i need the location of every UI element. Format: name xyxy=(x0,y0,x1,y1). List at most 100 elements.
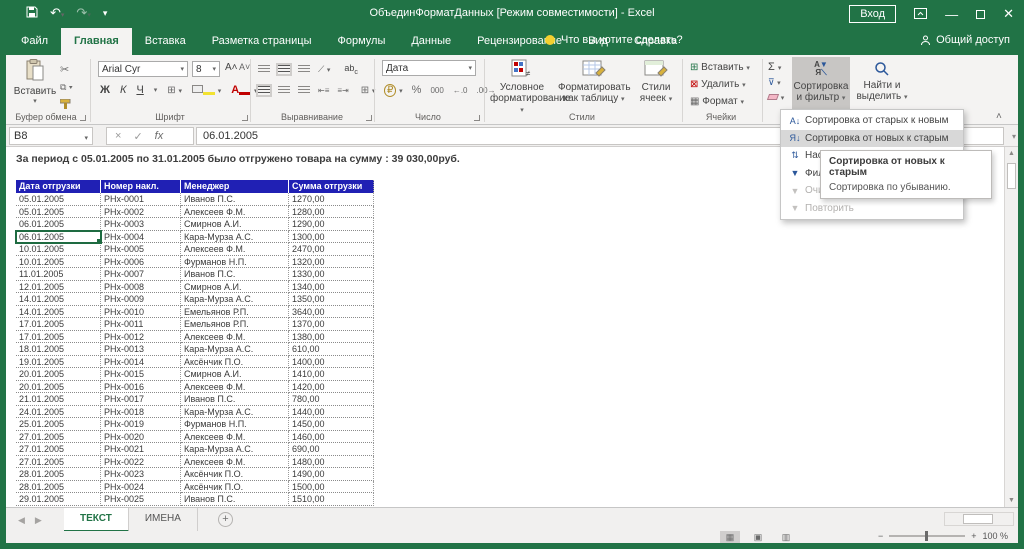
underline-button[interactable]: Ч xyxy=(136,84,143,96)
horizontal-scrollbar[interactable] xyxy=(944,512,1014,526)
align-top-icon[interactable] xyxy=(258,65,270,74)
percent-style-icon[interactable]: % xyxy=(412,84,422,96)
ribbon-tab[interactable]: Файл xyxy=(8,28,61,55)
table-row[interactable]: 14.01.2005 РНх-0010 Емельянов Р.П. 3640,… xyxy=(16,306,374,319)
menu-item[interactable]: А↓ Сортировка от старых к новым xyxy=(781,112,963,130)
fill-icon[interactable]: ⊽ ▾ xyxy=(768,77,784,88)
fill-color-icon[interactable]: ▾ xyxy=(192,85,221,96)
table-row[interactable]: 06.01.2005 РНх-0004 Кара-Мурза А.С. 1300… xyxy=(16,231,374,244)
comma-style-icon[interactable]: 000 xyxy=(430,86,443,95)
sheet-tab[interactable]: ТЕКСТ xyxy=(64,508,129,532)
increase-indent-icon[interactable]: ≡⇥ xyxy=(337,86,348,95)
sheet-tab[interactable]: ИМЕНА xyxy=(129,508,198,532)
restore-button[interactable] xyxy=(976,7,985,22)
zoom-slider-thumb[interactable] xyxy=(925,531,928,541)
number-dialog-launcher[interactable] xyxy=(474,115,480,121)
ribbon-display-options-icon[interactable] xyxy=(914,7,927,22)
zoom-slider[interactable] xyxy=(889,535,965,537)
minimize-button[interactable]: — xyxy=(945,7,958,22)
table-row[interactable]: 12.01.2005 РНх-0008 Смирнов А.И. 1340,00 xyxy=(16,281,374,294)
confirm-entry-icon[interactable]: ✓ xyxy=(133,130,142,143)
table-row[interactable]: 21.01.2005 РНх-0017 Иванов П.С. 780,00 xyxy=(16,393,374,406)
close-button[interactable]: ✕ xyxy=(1003,6,1014,22)
table-row[interactable]: 06.01.2005 РНх-0003 Смирнов А.И. 1290,00 xyxy=(16,218,374,231)
table-row[interactable]: 27.01.2005 РНх-0020 Алексеев Ф.М. 1460,0… xyxy=(16,431,374,444)
table-row[interactable]: 27.01.2005 РНх-0022 Алексеев Ф.М. 1480,0… xyxy=(16,456,374,469)
vertical-scroll-thumb[interactable] xyxy=(1007,163,1016,189)
table-row[interactable]: 28.01.2005 РНх-0023 Аксёнчик П.О. 1490,0… xyxy=(16,468,374,481)
table-row[interactable]: 05.01.2005 РНх-0002 Алексеев Ф.М. 1280,0… xyxy=(16,206,374,219)
align-middle-icon[interactable] xyxy=(278,65,290,74)
font-name-combo[interactable]: Arial Cyr▾ xyxy=(98,61,188,77)
cut-icon[interactable]: ✂ xyxy=(60,63,73,76)
table-row[interactable]: 20.01.2005 РНх-0016 Алексеев Ф.М. 1420,0… xyxy=(16,381,374,394)
clear-icon[interactable]: ▾ xyxy=(768,92,784,103)
zoom-out-icon[interactable]: − xyxy=(878,531,883,541)
format-cells-button[interactable]: ▦ Формат ▾ xyxy=(690,96,744,107)
table-row[interactable]: 27.01.2005 РНх-0021 Кара-Мурза А.С. 690,… xyxy=(16,443,374,456)
ribbon-tab[interactable]: Главная xyxy=(61,28,132,55)
table-row[interactable]: 25.01.2005 РНх-0019 Фурманов Н.П. 1450,0… xyxy=(16,418,374,431)
table-row[interactable]: 17.01.2005 РНх-0012 Алексеев Ф.М. 1380,0… xyxy=(16,331,374,344)
zoom-in-icon[interactable]: + xyxy=(971,531,976,541)
align-right-icon[interactable] xyxy=(298,86,310,95)
wrap-text-icon[interactable]: abc xyxy=(344,63,358,76)
font-color-icon[interactable]: А ▾ xyxy=(231,84,257,96)
autosum-icon[interactable]: Σ ▾ xyxy=(768,61,784,73)
zoom-level[interactable]: 100 % xyxy=(982,531,1008,541)
ribbon-tab[interactable]: Разметка страницы xyxy=(199,28,325,55)
scroll-up-icon[interactable]: ▲ xyxy=(1005,150,1018,157)
table-row[interactable]: 28.01.2005 РНх-0024 Аксёнчик П.О. 1500,0… xyxy=(16,481,374,494)
insert-function-icon[interactable]: fx xyxy=(155,130,164,142)
scroll-down-icon[interactable]: ▼ xyxy=(1005,497,1018,504)
table-row[interactable]: 20.01.2005 РНх-0015 Смирнов А.И. 1410,00 xyxy=(16,368,374,381)
align-left-icon[interactable] xyxy=(258,86,270,95)
table-row[interactable]: 29.01.2005 РНх-0025 Иванов П.С. 1510,00 xyxy=(16,493,374,506)
conditional-formatting-button[interactable]: ≠ Условное форматирование ▾ xyxy=(490,59,554,116)
alignment-dialog-launcher[interactable] xyxy=(366,115,372,121)
vertical-scrollbar[interactable]: ▲ ▼ xyxy=(1004,147,1018,507)
copy-icon[interactable]: ⧉ ▾ xyxy=(60,82,73,93)
page-break-view-icon[interactable]: ▥ xyxy=(776,531,796,543)
expand-formula-bar-icon[interactable]: ▾ xyxy=(1012,132,1016,141)
format-painter-icon[interactable] xyxy=(60,99,73,112)
horizontal-scroll-thumb[interactable] xyxy=(963,514,993,524)
clipboard-dialog-launcher[interactable] xyxy=(80,115,86,121)
name-box[interactable]: B8▾ xyxy=(9,127,93,145)
table-row[interactable]: 19.01.2005 РНх-0014 Аксёнчик П.О. 1400,0… xyxy=(16,356,374,369)
font-size-combo[interactable]: 8▾ xyxy=(192,61,220,77)
shrink-font-icon[interactable]: A˅ xyxy=(239,62,250,72)
grow-font-icon[interactable]: A˄ xyxy=(225,62,238,73)
page-layout-view-icon[interactable]: ▣ xyxy=(748,531,768,543)
underline-caret[interactable]: ▾ xyxy=(154,86,158,94)
tell-me-box[interactable]: Что вы хотите сделать? xyxy=(545,34,683,46)
table-row[interactable]: 24.01.2005 РНх-0018 Кара-Мурза А.С. 1440… xyxy=(16,406,374,419)
cancel-entry-icon[interactable]: × xyxy=(115,130,121,142)
accounting-format-icon[interactable]: ₽ ▾ xyxy=(384,85,403,96)
table-row[interactable]: 05.01.2005 РНх-0001 Иванов П.С. 1270,00 xyxy=(16,193,374,206)
collapse-ribbon-icon[interactable]: ˄ xyxy=(996,111,1002,122)
bold-button[interactable]: Ж xyxy=(100,84,110,96)
font-dialog-launcher[interactable] xyxy=(242,115,248,121)
sheet-nav-right-icon[interactable]: ▶ xyxy=(35,515,52,525)
format-as-table-button[interactable]: Форматировать как таблицу ▾ xyxy=(558,59,630,105)
sheet-nav-left-icon[interactable]: ◀ xyxy=(18,515,35,525)
table-row[interactable]: 10.01.2005 РНх-0006 Фурманов Н.П. 1320,0… xyxy=(16,256,374,269)
number-format-combo[interactable]: Дата▾ xyxy=(382,60,476,76)
menu-item[interactable]: Я↓ Сортировка от новых к старым xyxy=(781,130,963,148)
add-sheet-button[interactable]: + xyxy=(218,512,233,527)
borders-icon[interactable]: ⊞ ▾ xyxy=(167,85,182,96)
cell-styles-button[interactable]: Стили ячеек ▾ xyxy=(634,59,678,105)
normal-view-icon[interactable]: ▦ xyxy=(720,531,740,543)
orientation-icon[interactable]: ⟋ ▾ xyxy=(318,64,330,75)
italic-button[interactable]: К xyxy=(120,84,126,96)
table-row[interactable]: 11.01.2005 РНх-0007 Иванов П.С. 1330,00 xyxy=(16,268,374,281)
menu-item[interactable]: ▼ Повторить xyxy=(781,200,963,218)
table-row[interactable]: 18.01.2005 РНх-0013 Кара-Мурза А.С. 610,… xyxy=(16,343,374,356)
share-button[interactable]: Общий доступ xyxy=(920,34,1010,46)
paste-button[interactable]: Вставить▾ xyxy=(12,59,58,105)
delete-cells-button[interactable]: ⊠ Удалить ▾ xyxy=(690,79,746,90)
table-row[interactable]: 17.01.2005 РНх-0011 Емельянов Р.П. 1370,… xyxy=(16,318,374,331)
align-center-icon[interactable] xyxy=(278,86,290,95)
increase-decimal-icon[interactable]: ←.0 xyxy=(453,86,468,95)
